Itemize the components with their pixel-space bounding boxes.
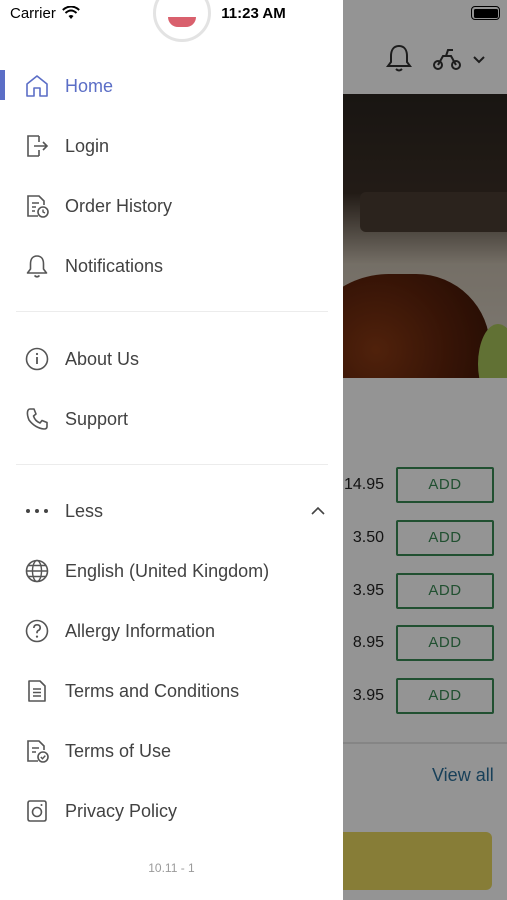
menu-item-less-toggle[interactable]: Less	[0, 483, 343, 539]
menu-item-notifications[interactable]: Notifications	[0, 238, 343, 294]
menu-item-label: Support	[65, 408, 129, 429]
menu-item-order-history[interactable]: Order History	[0, 178, 343, 234]
menu-item-label: Terms of Use	[65, 740, 172, 761]
menu-item-terms-of-use[interactable]: Terms of Use	[0, 723, 343, 779]
menu-item-about-us[interactable]: About Us	[0, 331, 343, 387]
home-icon	[24, 73, 50, 99]
menu-item-login[interactable]: Login	[0, 118, 343, 174]
side-drawer: Home Login Order History Notifications A…	[0, 0, 343, 900]
document-icon	[24, 678, 50, 704]
menu-item-language[interactable]: English (United Kingdom)	[0, 543, 343, 599]
menu-item-label: Home	[65, 75, 114, 96]
menu-divider	[16, 311, 328, 312]
status-time: 11:23 AM	[221, 5, 286, 22]
menu-item-label: Privacy Policy	[65, 800, 178, 821]
menu-item-label: Order History	[65, 195, 173, 216]
status-bar: Carrier 11:23 AM	[0, 0, 507, 28]
app-version: 10.11 - 1	[148, 861, 195, 875]
battery-icon	[471, 6, 500, 20]
menu-item-label: Notifications	[65, 255, 164, 276]
menu-item-terms-conditions[interactable]: Terms and Conditions	[0, 663, 343, 719]
more-dots-icon	[24, 498, 50, 524]
menu-item-label: Terms and Conditions	[65, 680, 240, 701]
globe-icon	[24, 558, 50, 584]
menu-item-label: Login	[65, 135, 110, 156]
menu-item-label: Less	[65, 500, 104, 521]
order-history-icon	[24, 193, 50, 219]
question-icon	[24, 618, 50, 644]
privacy-icon	[24, 798, 50, 824]
menu-item-privacy-policy[interactable]: Privacy Policy	[0, 783, 343, 839]
document-check-icon	[24, 738, 50, 764]
menu-divider	[16, 464, 328, 465]
chevron-up-icon	[310, 506, 326, 516]
menu-item-label: English (United Kingdom)	[65, 560, 270, 581]
menu-item-label: About Us	[65, 348, 140, 369]
bell-icon	[24, 253, 50, 279]
menu-item-allergy[interactable]: Allergy Information	[0, 603, 343, 659]
menu-item-support[interactable]: Support	[0, 391, 343, 447]
menu-item-label: Allergy Information	[65, 620, 216, 641]
login-icon	[24, 133, 50, 159]
menu-item-home[interactable]: Home	[0, 58, 343, 114]
info-icon	[24, 346, 50, 372]
phone-icon	[24, 406, 50, 432]
